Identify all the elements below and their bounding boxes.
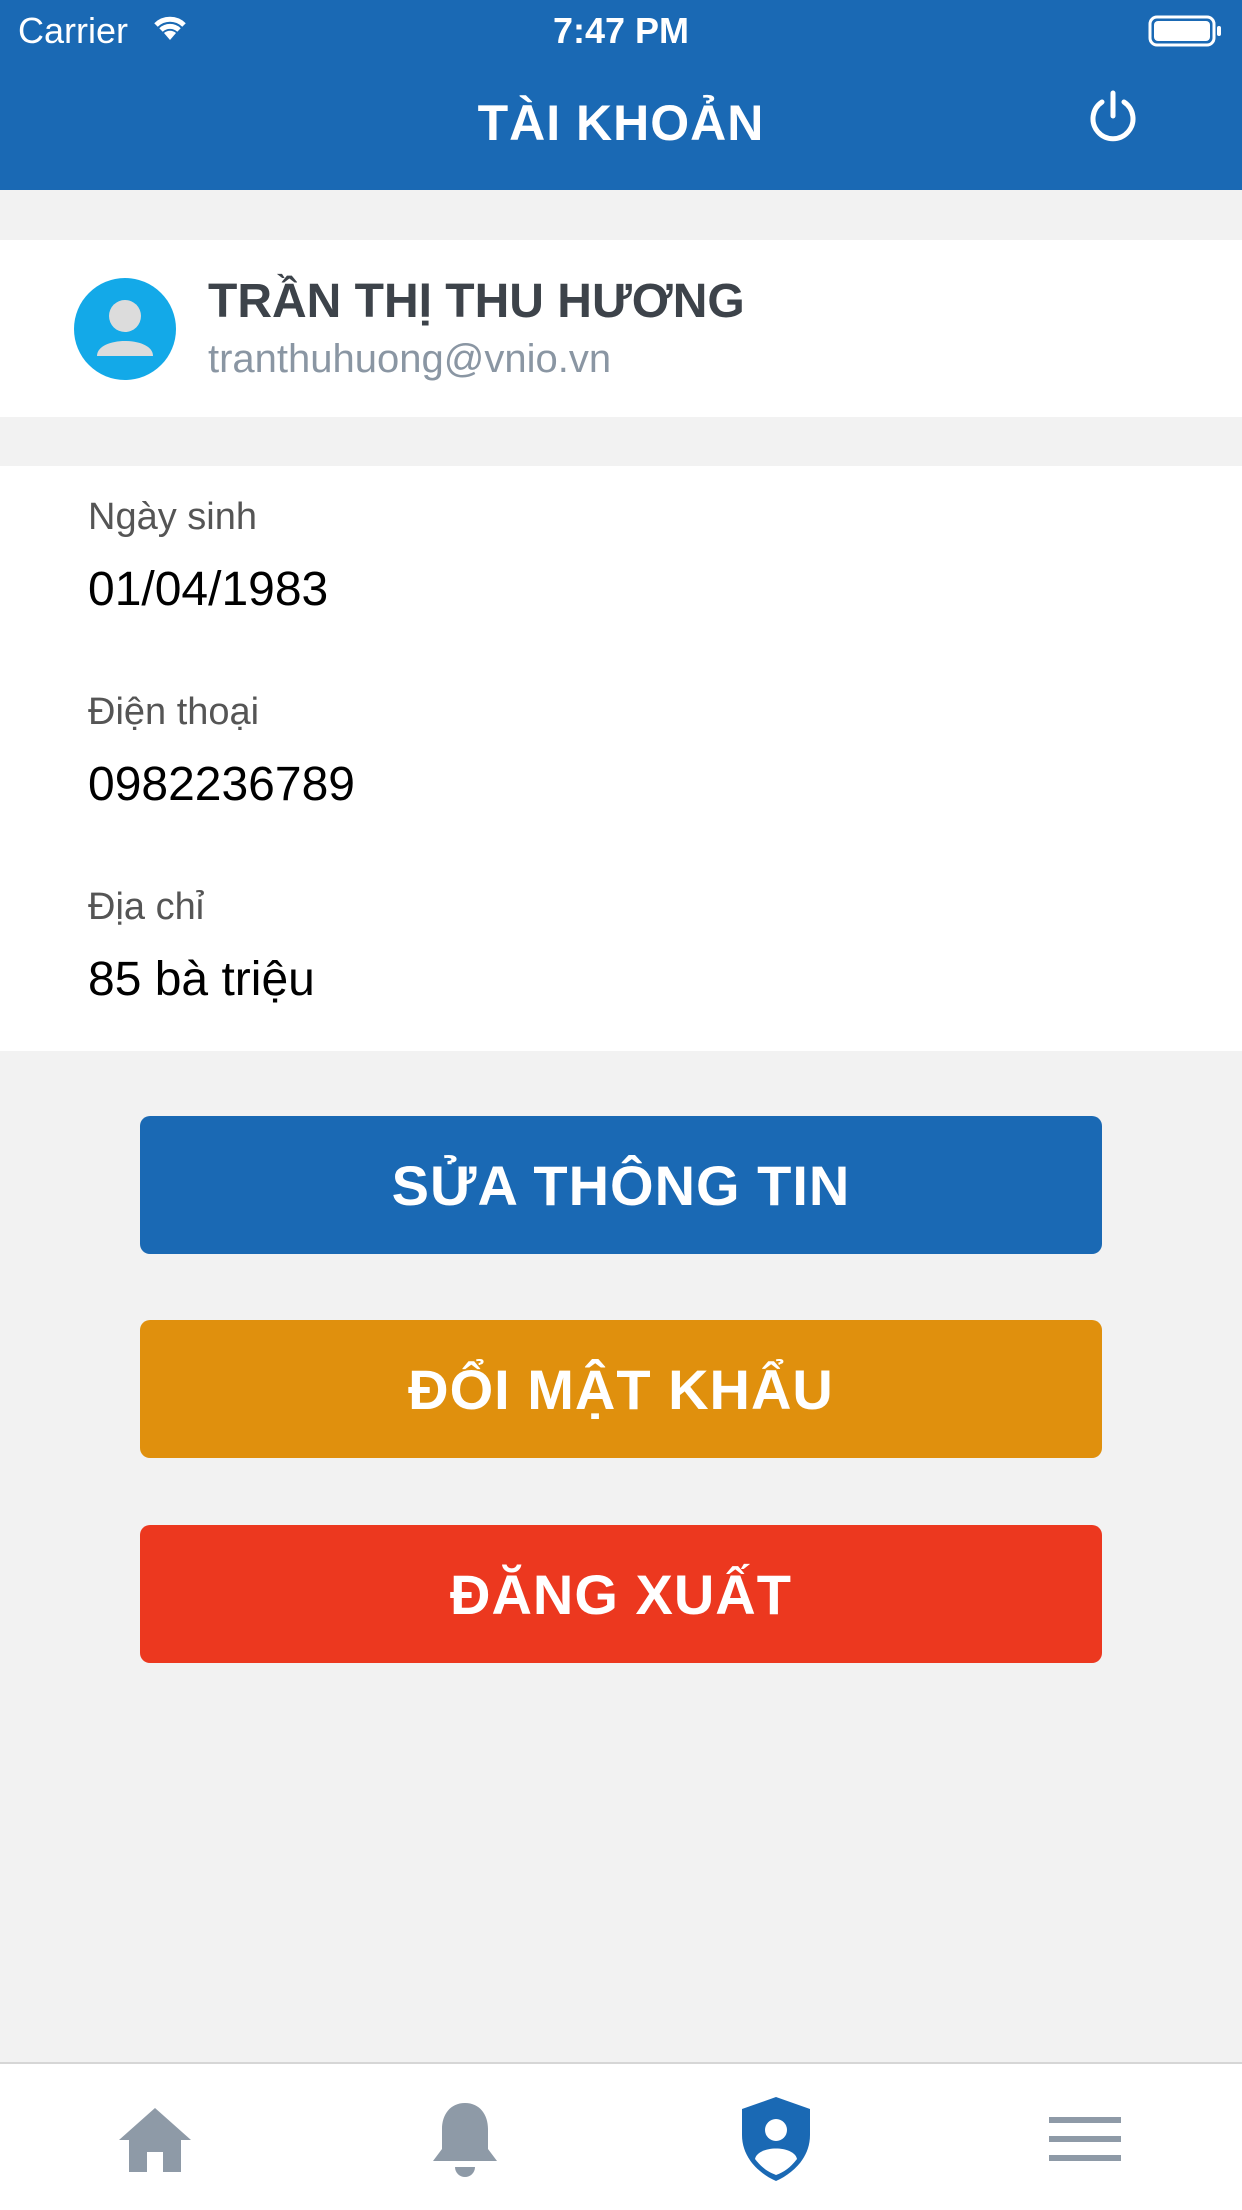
power-icon[interactable] — [1085, 88, 1141, 144]
profile-name: TRẦN THỊ THU HƯƠNG — [208, 275, 745, 328]
info-card: Ngày sinh 01/04/1983 Điện thoại 09822367… — [0, 466, 1242, 1051]
status-time: 7:47 PM — [552, 10, 690, 51]
phone-value: 0982236789 — [88, 758, 355, 811]
top-bar: Carrier 7:47 PM TÀI KHOẢN — [0, 0, 1242, 190]
birth-value: 01/04/1983 — [88, 563, 329, 616]
home-icon[interactable] — [110, 2094, 200, 2184]
profile-card: TRẦN THỊ THU HƯƠNG tranthuhuong@vnio.vn — [0, 240, 1242, 417]
user-avatar-icon — [74, 278, 176, 380]
tab-bar — [0, 2062, 1242, 2210]
menu-icon[interactable] — [1040, 2094, 1130, 2184]
battery-icon — [1148, 14, 1224, 53]
edit-info-button[interactable]: SỬA THÔNG TIN — [140, 1116, 1102, 1254]
change-password-button[interactable]: ĐỔI MẬT KHẨU — [140, 1320, 1102, 1458]
profile-email: tranthuhuong@vnio.vn — [208, 337, 612, 381]
address-value: 85 bà triệu — [88, 953, 315, 1006]
birth-label: Ngày sinh — [88, 496, 257, 538]
shield-user-icon[interactable] — [731, 2094, 821, 2184]
address-label: Địa chỉ — [88, 886, 205, 928]
phone-label: Điện thoại — [88, 691, 260, 733]
bell-icon[interactable] — [420, 2094, 510, 2184]
logout-button[interactable]: ĐĂNG XUẤT — [140, 1525, 1102, 1663]
page-title: TÀI KHOẢN — [477, 95, 765, 151]
